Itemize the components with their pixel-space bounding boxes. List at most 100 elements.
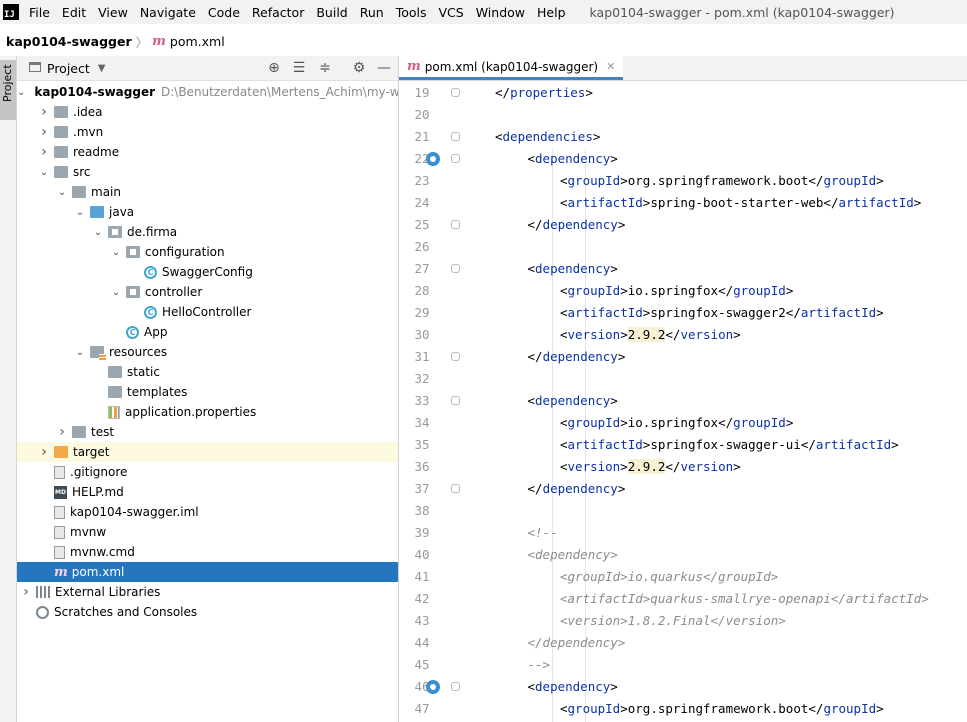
code-line: 26 (399, 236, 967, 258)
breadcrumb-file[interactable]: pom.xml (170, 34, 225, 49)
tag-name: artifactId (567, 437, 643, 452)
project-view-selector[interactable]: Project (47, 61, 90, 76)
menu-code[interactable]: Code (208, 5, 240, 20)
tree-item[interactable]: mvnw (17, 522, 398, 542)
close-icon[interactable]: ✕ (606, 60, 615, 73)
menu-refactor[interactable]: Refactor (252, 5, 304, 20)
gear-icon[interactable]: ⚙ (351, 60, 367, 76)
menu-navigate[interactable]: Navigate (140, 5, 196, 20)
fold-marker-icon[interactable] (451, 352, 460, 361)
tag-value: springfox-swagger2 (650, 305, 786, 320)
fold-marker-icon[interactable] (451, 484, 460, 493)
tag-name: version (680, 327, 734, 342)
tree-item[interactable]: kap0104-swagger.iml (17, 502, 398, 522)
tree-item[interactable]: application.properties (17, 402, 398, 422)
tree-item[interactable]: .gitignore (17, 462, 398, 482)
menu-vcs[interactable]: VCS (439, 5, 464, 20)
fold-marker-icon[interactable] (451, 132, 460, 141)
menu-tools[interactable]: Tools (396, 5, 427, 20)
tree-item[interactable]: C SwaggerConfig (17, 262, 398, 282)
chevron-right-icon[interactable]: › (20, 584, 32, 600)
hide-panel-icon[interactable]: — (376, 60, 392, 76)
tree-item[interactable]: ⌄ resources (17, 342, 398, 362)
tree-item[interactable]: Scratches and Consoles (17, 602, 398, 622)
chevron-right-icon[interactable]: › (38, 124, 50, 140)
menu-build[interactable]: Build (316, 5, 347, 20)
folder-icon (108, 386, 122, 398)
tree-item-label: App (144, 325, 168, 339)
code-area[interactable]: 19 </properties> 20 21 <dependencies> 22 <depe… (399, 82, 967, 722)
tree-item-label: mvnw.cmd (70, 545, 135, 559)
tag-name: dependency (535, 151, 611, 166)
tree-item[interactable]: › .idea (17, 102, 398, 122)
fold-marker-icon[interactable] (451, 682, 460, 691)
tag-bracket: </ (527, 349, 543, 364)
chevron-down-icon[interactable]: ⌄ (38, 167, 50, 178)
collapse-all-icon[interactable]: ≑ (317, 60, 333, 76)
breadcrumb-project[interactable]: kap0104-swagger (6, 34, 132, 49)
chevron-down-icon[interactable]: ⌄ (74, 207, 86, 218)
project-tool-window-label: Project (1, 64, 14, 102)
menu-run[interactable]: Run (360, 5, 384, 20)
tree-item[interactable]: › External Libraries (17, 582, 398, 602)
tree-item-label: mvnw (70, 525, 107, 539)
dependency-override-icon[interactable] (426, 680, 440, 694)
intellij-logo-icon: IJ (3, 4, 19, 20)
tree-item-label: .mvn (73, 125, 104, 139)
menu-view[interactable]: View (98, 5, 128, 20)
tree-item[interactable]: mvnw.cmd (17, 542, 398, 562)
menu-help[interactable]: Help (537, 5, 566, 20)
chevron-right-icon[interactable]: › (38, 144, 50, 160)
tree-item[interactable]: templates (17, 382, 398, 402)
locate-file-icon[interactable]: ⊕ (266, 60, 282, 76)
chevron-right-icon[interactable]: › (38, 444, 50, 460)
menu-edit[interactable]: Edit (62, 5, 86, 20)
chevron-right-icon[interactable]: › (56, 424, 68, 440)
tree-item[interactable]: ⌄ java (17, 202, 398, 222)
expand-all-icon[interactable]: ☰ (291, 60, 307, 76)
fold-marker-icon[interactable] (451, 154, 460, 163)
chevron-down-icon[interactable]: ▼ (98, 63, 106, 74)
chevron-down-icon[interactable]: ⌄ (110, 247, 122, 258)
tree-item[interactable]: › test (17, 422, 398, 442)
tag-value: 2.9.2 (627, 327, 666, 342)
tree-item[interactable]: › readme (17, 142, 398, 162)
dependency-override-icon[interactable] (426, 152, 440, 166)
fold-marker-icon[interactable] (451, 220, 460, 229)
tree-item[interactable]: ⌄ controller (17, 282, 398, 302)
tree-item[interactable]: ⌄ src (17, 162, 398, 182)
chevron-down-icon[interactable]: ⌄ (110, 287, 122, 298)
tree-item[interactable]: static (17, 362, 398, 382)
chevron-down-icon[interactable]: ⌄ (56, 187, 68, 198)
chevron-down-icon[interactable]: ⌄ (17, 87, 25, 98)
code-text: <groupId>io.springfox</groupId> (560, 412, 793, 434)
tag-name: dependency (542, 481, 618, 496)
chevron-right-icon[interactable]: › (38, 104, 50, 120)
tree-item[interactable]: ⌄ configuration (17, 242, 398, 262)
tree-item[interactable]: MD HELP.md (17, 482, 398, 502)
tab-pom-xml[interactable]: m pom.xml (kap0104-swagger) ✕ (399, 56, 624, 80)
folder-icon (54, 106, 68, 118)
tree-item[interactable]: ⌄ kap0104-swagger D:\Benutzerdaten\Mertens… (17, 82, 398, 102)
project-tool-window-tab[interactable]: Project (0, 60, 16, 120)
tree-item[interactable]: m pom.xml (17, 562, 398, 582)
tree-item[interactable]: › .mvn (17, 122, 398, 142)
line-number: 20 (414, 107, 430, 122)
tree-item[interactable]: ⌄ main (17, 182, 398, 202)
tree-item-label: kap0104-swagger (34, 85, 155, 99)
chevron-down-icon[interactable]: ⌄ (74, 347, 86, 358)
tree-item[interactable]: ⌄ de.firma (17, 222, 398, 242)
code-line: 44 </dependency> (399, 632, 967, 654)
fold-marker-icon[interactable] (451, 264, 460, 273)
tree-item[interactable]: › target (17, 442, 398, 462)
code-text: <version>2.9.2</version> (560, 324, 741, 346)
chevron-down-icon[interactable]: ⌄ (92, 227, 104, 238)
tag-bracket: < (560, 437, 568, 452)
fold-marker-icon[interactable] (451, 396, 460, 405)
fold-marker-icon[interactable] (451, 88, 460, 97)
menu-window[interactable]: Window (476, 5, 525, 20)
tree-item[interactable]: C App (17, 322, 398, 342)
tag-bracket: > (620, 459, 628, 474)
tree-item[interactable]: C HelloController (17, 302, 398, 322)
menu-file[interactable]: File (29, 5, 50, 20)
